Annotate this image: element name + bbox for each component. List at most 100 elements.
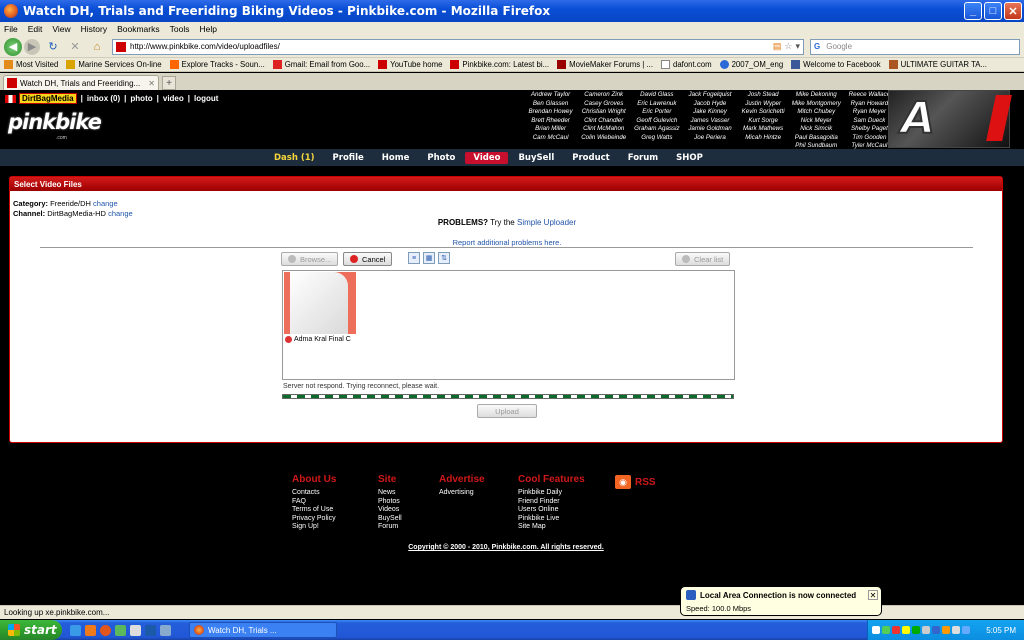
rider-link[interactable]: Clint McMahon (583, 125, 624, 134)
rider-link[interactable]: Andrew Taylor (531, 91, 570, 100)
rider-link[interactable]: Cameron Zink (584, 91, 623, 100)
bookmark-item[interactable]: 2007_OM_eng (719, 60, 783, 69)
rider-link[interactable]: Clint Chandler (584, 117, 623, 126)
copyright-link[interactable]: Copyright © 2000 - 2010, Pinkbike.com. A… (0, 544, 1012, 551)
bookmark-item[interactable]: ULTIMATE GUITAR TA... (888, 60, 987, 69)
tray-icon[interactable] (922, 626, 930, 634)
bookmark-item[interactable]: Marine Services On-line (66, 60, 162, 69)
tray-icon[interactable] (912, 626, 920, 634)
ie-icon[interactable] (70, 624, 81, 636)
rider-link[interactable]: Reece Wallace (849, 91, 891, 100)
tray-icon[interactable] (872, 626, 880, 634)
rider-link[interactable]: Greg Watts (641, 134, 672, 143)
app-icon[interactable] (145, 624, 156, 636)
rider-link[interactable]: Tim Gooden (852, 134, 886, 143)
menu-history[interactable]: History (81, 24, 107, 34)
url-dropdown-icon[interactable]: ▾ (795, 41, 800, 52)
upload-button[interactable]: Upload (477, 404, 537, 418)
rider-link[interactable]: Mark Mathews (743, 125, 783, 134)
rider-link[interactable]: Brett Rheeder (531, 117, 570, 126)
app-icon[interactable] (160, 624, 171, 636)
tray-icon[interactable] (892, 626, 900, 634)
rider-link[interactable]: Sam Dueck (853, 117, 885, 126)
bookmark-item[interactable]: MovieMaker Forums | ... (557, 60, 653, 69)
network-tray-icon[interactable] (962, 626, 970, 634)
firefox-quicklaunch-icon[interactable] (100, 624, 111, 636)
forward-button[interactable]: ▶ (24, 38, 40, 55)
url-bar[interactable]: http://www.pinkbike.com/video/uploadfile… (112, 38, 804, 55)
pinkbike-logo[interactable]: pinkbike (8, 110, 102, 134)
footer-link[interactable]: Pinkbike Daily (518, 489, 585, 498)
rider-link[interactable]: Geoff Gulevich (636, 117, 677, 126)
rider-link[interactable]: Nick Simcik (800, 125, 832, 134)
close-button[interactable]: ✕ (1004, 2, 1022, 20)
athlete-logo-badge[interactable]: A (888, 90, 1012, 148)
rider-link[interactable]: Ryan Meyer (853, 108, 886, 117)
nav-dash[interactable]: Dash (1) (274, 153, 315, 163)
rider-link[interactable]: James Vasser (691, 117, 730, 126)
rider-link[interactable]: Brendan Howey (529, 108, 573, 117)
footer-link[interactable]: Privacy Policy (292, 515, 336, 524)
rss-link[interactable]: ◉ RSS (615, 475, 656, 489)
maximize-button[interactable]: □ (984, 2, 1002, 20)
bookmark-star-icon[interactable]: ☆ (784, 41, 792, 52)
rider-link[interactable]: Jake Kinney (693, 108, 727, 117)
rider-link[interactable]: David Glass (640, 91, 673, 100)
notification-close-icon[interactable]: ✕ (868, 590, 878, 600)
rider-link[interactable]: Brian Miller (535, 125, 566, 134)
simple-uploader-link[interactable]: Simple Uploader (517, 218, 576, 227)
bookmark-item[interactable]: dafont.com (661, 60, 712, 69)
nav-shop[interactable]: SHOP (676, 153, 703, 163)
rider-link[interactable]: Kevin Sorichetti (742, 108, 785, 117)
browser-tab[interactable]: Watch DH, Trials and Freeriding... ✕ (3, 75, 159, 90)
rider-link[interactable]: Eric Lawrenuk (637, 100, 676, 109)
rider-link[interactable]: Mike Montgomery (792, 100, 841, 109)
video-link[interactable]: video (163, 94, 184, 103)
menu-view[interactable]: View (52, 24, 70, 34)
channel-change-link[interactable]: change (108, 209, 133, 218)
rider-link[interactable]: Paul Basagoitia (795, 134, 838, 143)
rider-link[interactable]: Casey Groves (584, 100, 623, 109)
menu-help[interactable]: Help (199, 24, 216, 34)
browse-button[interactable]: Browse... (281, 252, 339, 266)
menu-edit[interactable]: Edit (28, 24, 43, 34)
tray-icon[interactable] (902, 626, 910, 634)
footer-link[interactable]: Users Online (518, 506, 585, 515)
rider-link[interactable]: Graham Agassiz (634, 125, 680, 134)
cancel-button[interactable]: Cancel (343, 252, 393, 266)
menu-tools[interactable]: Tools (170, 24, 190, 34)
bookmark-item[interactable]: Gmail: Email from Goo... (272, 60, 370, 69)
rider-link[interactable]: Christian Wright (582, 108, 626, 117)
reload-icon[interactable]: ↻ (45, 39, 61, 55)
rider-link[interactable]: Mitch Chubey (797, 108, 835, 117)
footer-link[interactable]: News (378, 489, 402, 498)
footer-link[interactable]: Videos (378, 506, 402, 515)
nav-profile[interactable]: Profile (333, 153, 364, 163)
tray-icon[interactable] (942, 626, 950, 634)
minimize-button[interactable]: _ (964, 2, 982, 20)
category-change-link[interactable]: change (93, 199, 118, 208)
sort-icon[interactable]: ⇅ (438, 252, 450, 264)
network-notification[interactable]: Local Area Connection is now connected S… (680, 586, 882, 616)
rider-link[interactable]: Ben Glassen (533, 100, 568, 109)
footer-link[interactable]: Site Map (518, 523, 585, 532)
start-button[interactable]: start (0, 620, 62, 640)
rider-link[interactable]: Justin Wyper (745, 100, 781, 109)
rider-link[interactable]: Jamie Goldman (688, 125, 731, 134)
bookmark-item[interactable]: Most Visited (4, 60, 58, 69)
media-player-icon[interactable] (85, 624, 96, 636)
footer-link[interactable]: Advertising (439, 489, 485, 498)
rider-link[interactable]: Shelby Paget (851, 125, 888, 134)
footer-link[interactable]: Friend Finder (518, 498, 585, 507)
rider-link[interactable]: Cam McCaul (533, 134, 569, 143)
inbox-link[interactable]: inbox (0) (87, 94, 120, 103)
photo-link[interactable]: photo (130, 94, 152, 103)
rider-link[interactable]: Colin Wiebeinde (581, 134, 626, 143)
report-problems-link[interactable]: Report additional problems here. (10, 238, 1004, 247)
rider-link[interactable]: Josh Stead (748, 91, 779, 100)
bookmark-item[interactable]: Explore Tracks - Soun... (169, 60, 265, 69)
nav-video[interactable]: Video (465, 151, 509, 164)
nav-home[interactable]: Home (382, 153, 410, 163)
logout-link[interactable]: logout (194, 94, 218, 103)
footer-link[interactable]: Photos (378, 498, 402, 507)
